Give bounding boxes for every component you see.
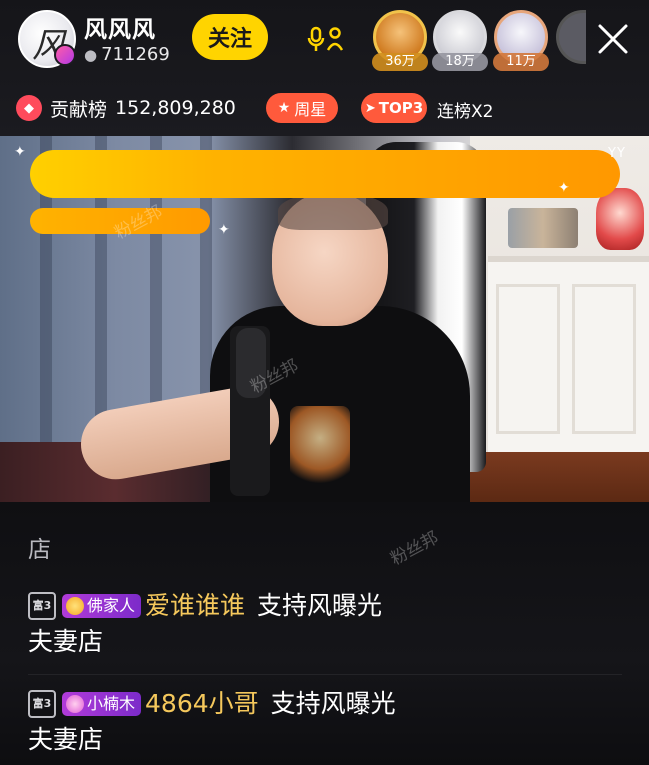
top-viewer-avatar[interactable]: 18万 <box>432 10 488 71</box>
streak-label: 连榜X2 <box>437 102 494 122</box>
sparkle-icon: ✦ <box>218 222 230 238</box>
sparkle-icon: ✦ <box>558 180 570 196</box>
fan-badge-icon <box>66 695 84 713</box>
host-name[interactable]: 风风风 <box>84 10 156 44</box>
star-icon: ★ <box>277 100 291 116</box>
chat-message[interactable]: 富3 佛家人 爱谁谁谁 支持风曝光 夫妻店 <box>28 588 628 660</box>
chat-username[interactable]: 4864小哥 <box>145 686 259 722</box>
week-star-pill[interactable]: ★ 周星 <box>266 93 338 123</box>
chat-divider <box>28 674 622 675</box>
wealth-level-badge: 富3 <box>28 690 56 718</box>
week-star-label: 周星 <box>294 100 327 119</box>
viewer-count: 11万 <box>493 53 549 71</box>
shelf-decor <box>508 208 578 248</box>
fan-badge-label: 佛家人 <box>87 596 136 615</box>
chat-text: 支持风曝光 <box>270 689 396 718</box>
top-viewer-avatar[interactable]: 36万 <box>372 10 428 71</box>
live-video[interactable]: ✦ ✦ ✦ YY 粉丝邦 粉丝邦 <box>0 136 649 502</box>
lucky-doll-decor <box>596 188 644 250</box>
fan-badge-label: 小楠木 <box>87 694 136 713</box>
chat-message[interactable]: 富3 小楠木 4864小哥 支持风曝光 夫妻店 <box>28 686 628 758</box>
lightning-icon: ➤ <box>364 100 376 116</box>
top-viewer-avatar[interactable]: 11万 <box>493 10 549 71</box>
fan-badge[interactable]: 小楠木 <box>62 692 142 716</box>
fan-badge-icon <box>66 597 84 615</box>
mic-link-icon[interactable] <box>306 26 346 54</box>
chat-text-continuation: 夫妻店 <box>28 725 104 754</box>
gift-banner[interactable] <box>30 150 620 198</box>
top-viewer-avatar-partial[interactable] <box>556 10 586 64</box>
chat-text: 支持风曝光 <box>257 591 383 620</box>
follow-button[interactable]: 关注 <box>192 14 268 60</box>
shirt-print <box>290 406 350 486</box>
fan-badge[interactable]: 佛家人 <box>62 594 142 618</box>
chat-text-continuation: 夫妻店 <box>28 627 104 656</box>
heat-counter: ● 711269 <box>84 44 170 65</box>
viewer-count: 36万 <box>372 53 428 71</box>
viewer-count: 18万 <box>432 53 488 71</box>
heat-count: 711269 <box>101 44 170 65</box>
watermark: 粉丝邦 <box>387 527 442 570</box>
wood-floor <box>470 452 649 502</box>
white-cabinet <box>488 256 649 452</box>
contribution-label: 贡献榜 <box>50 98 108 121</box>
close-icon[interactable] <box>596 22 630 56</box>
chat-message-line: 富3 佛家人 爱谁谁谁 支持风曝光 <box>28 588 628 624</box>
cabinet-door <box>496 284 560 434</box>
top-rank-label: TOP3 <box>378 99 424 117</box>
diamond-icon: ◆ <box>16 95 42 121</box>
yy-logo: YY <box>608 146 626 161</box>
contribution-rank[interactable]: ◆ 贡献榜 152,809,280 <box>16 93 236 123</box>
chat-message-line: 富3 小楠木 4864小哥 支持风曝光 <box>28 686 628 722</box>
host-badge-icon <box>54 44 76 66</box>
cabinet-door <box>572 284 636 434</box>
chat-username[interactable]: 爱谁谁谁 <box>145 588 245 624</box>
sparkle-icon: ✦ <box>14 144 26 160</box>
wealth-level-badge: 富3 <box>28 592 56 620</box>
chat-fragment-text: 店 <box>28 537 51 563</box>
contribution-value: 152,809,280 <box>115 97 236 119</box>
chat-panel[interactable]: 店 粉丝邦 富3 佛家人 爱谁谁谁 支持风曝光 夫妻店 富3 小楠木 4864小… <box>0 502 649 765</box>
live-header: 风 风风风 ● 711269 关注 36万 18万 11万 ◆ 贡献榜 152,8… <box>0 0 649 136</box>
top-rank-pill[interactable]: ➤ TOP3 <box>361 93 427 123</box>
flame-icon: ● <box>84 46 98 64</box>
